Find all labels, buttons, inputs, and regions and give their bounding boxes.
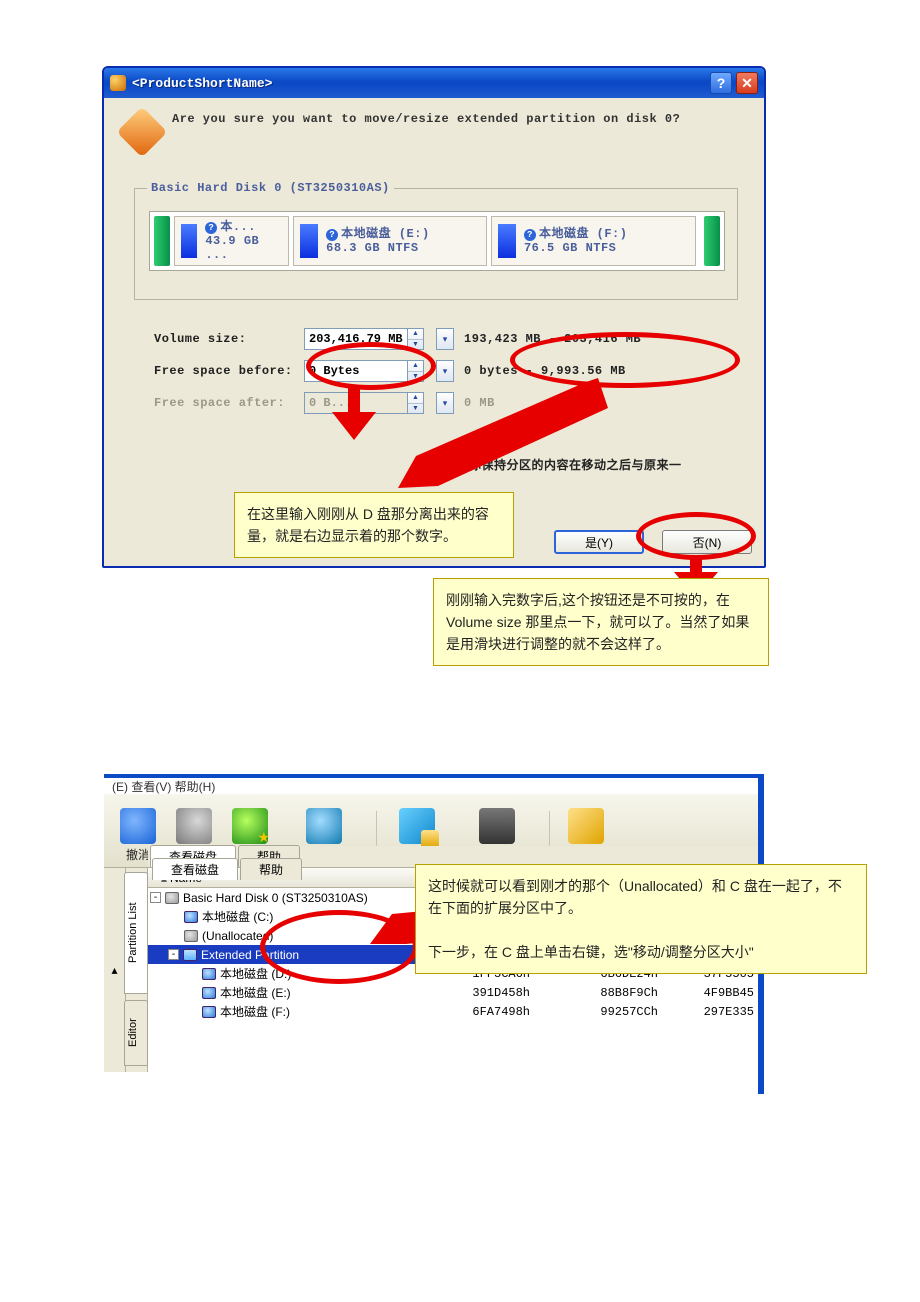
drive-icon [184, 911, 198, 923]
tab-partition-list[interactable]: Partition List [124, 872, 148, 994]
partition-seg-e[interactable]: ?本地磁盘 (E:)68.3 GB NTFS [293, 216, 487, 266]
app-icon [110, 75, 126, 91]
annotation-circle-input [306, 342, 436, 390]
volume-size-unit-dropdown[interactable]: ▾ [436, 328, 454, 350]
confirm-question: Are you sure you want to move/resize ext… [124, 112, 680, 150]
annotation-callout-2: 刚刚输入完数字后,这个按钮还是不可按的，在 Volume size 那里点一下，… [433, 578, 769, 666]
free-before-unit-dropdown[interactable]: ▾ [436, 360, 454, 382]
tab-help[interactable]: 帮助 [240, 858, 302, 880]
warning-icon [117, 107, 168, 158]
undo-label: 撤消 [126, 846, 150, 863]
disk-fieldset: Basic Hard Disk 0 (ST3250310AS) ?本...43.… [134, 188, 738, 300]
row-free-after: Free space after: ▲▼ ▾ 0 MB [154, 392, 495, 414]
copy-disk-icon [399, 808, 435, 844]
row-label: Basic Hard Disk 0 (ST3250310AS) [183, 891, 368, 905]
help-dot-icon[interactable]: ? [205, 222, 217, 234]
resize-handle-right[interactable] [704, 216, 720, 266]
annotation-circle-yes [636, 512, 756, 560]
undo-icon [120, 808, 156, 844]
callout-text: 在这里输入刚刚从 D 盘那分离出来的容量，就是右边显示着的那个数字。 [247, 506, 489, 544]
free-before-label: Free space before: [154, 364, 304, 378]
seg-title: 本地磁盘 (E:) [341, 227, 430, 241]
partition-color-icon [498, 224, 516, 258]
callout-text: 刚刚输入完数字后,这个按钮还是不可按的，在 Volume size 那里点一下，… [446, 592, 749, 652]
free-after-label: Free space after: [154, 396, 304, 410]
row-label: 本地磁盘 (F:) [220, 1003, 290, 1020]
drive-icon [202, 968, 216, 980]
row-label: 本地磁盘 (E:) [220, 984, 291, 1001]
confirm-text: Are you sure you want to move/resize ext… [172, 112, 680, 126]
partition-bar[interactable]: ?本...43.9 GB ... ?本地磁盘 (E:)68.3 GB NTFS … [149, 211, 725, 271]
annotation-circle-range [510, 332, 740, 388]
cell: 99257CCh [548, 1005, 676, 1019]
window-title: <ProductShortName> [132, 76, 272, 91]
row-label: 本地磁盘 (C:) [202, 908, 273, 925]
annotation-circle-tree [260, 910, 418, 984]
resize-icon [306, 808, 342, 844]
tree-row-e[interactable]: 本地磁盘 (E:) 391D458h 88B8F9Ch 4F9BB45 [148, 983, 758, 1002]
callout-text: 这时候就可以看到刚才的那个（Unallocated）和 C 盘在一起了，不在下面… [428, 878, 842, 960]
backup-icon [232, 808, 268, 844]
help-dot-icon[interactable]: ? [326, 229, 338, 241]
tab-editor[interactable]: Editor [124, 1000, 148, 1066]
close-button[interactable]: ✕ [736, 72, 758, 94]
annotation-callout-3: 这时候就可以看到刚才的那个（Unallocated）和 C 盘在一起了，不在下面… [415, 864, 867, 974]
tab-label: 查看磁盘 [171, 863, 219, 877]
menubar-text: (E) 查看(V) 帮助(H) [112, 778, 215, 795]
free-after-unit-dropdown: ▾ [436, 392, 454, 414]
defrag-icon [479, 808, 515, 844]
cell: 4F9BB45 [676, 986, 758, 1000]
seg-sub: 43.9 GB ... [205, 234, 259, 262]
tab-label: 帮助 [259, 863, 283, 877]
seg-title: 本地磁盘 (F:) [539, 227, 628, 241]
cell: 6FA7498h [408, 1005, 548, 1019]
extended-partition-icon [183, 949, 197, 961]
volume-size-label: Volume size: [154, 332, 304, 346]
hard-disk-icon [165, 892, 179, 904]
tab-view-disk[interactable]: 查看磁盘 [152, 858, 238, 880]
annotation-callout-1: 在这里输入刚刚从 D 盘那分离出来的容量，就是右边显示着的那个数字。 [234, 492, 514, 558]
yes-button[interactable]: 是(Y) [554, 530, 644, 554]
cell: 297E335 [676, 1005, 758, 1019]
cell: 88B8F9Ch [548, 986, 676, 1000]
seg-sub: 68.3 GB NTFS [326, 241, 418, 255]
resize-handle-left[interactable] [154, 216, 170, 266]
free-after-input [304, 392, 408, 414]
drive-icon [202, 1006, 216, 1018]
titlebar[interactable]: <ProductShortName> ? ✕ [104, 68, 764, 98]
unallocated-icon [184, 930, 198, 942]
seg-sub: 76.5 GB NTFS [524, 241, 616, 255]
tree-row-f[interactable]: 本地磁盘 (F:) 6FA7498h 99257CCh 297E335 [148, 1002, 758, 1021]
free-after-spinner: ▲▼ [408, 392, 424, 414]
side-tabs: Partition List Editor [126, 868, 148, 1072]
yes-button-label: 是(Y) [585, 534, 613, 551]
scroll-up[interactable]: ▴ [104, 868, 126, 1072]
disk-label: Basic Hard Disk 0 (ST3250310AS) [147, 181, 394, 195]
help-icon [568, 808, 604, 844]
tab-label: Editor [127, 1019, 139, 1048]
seg-title: 本... [220, 220, 256, 234]
drive-icon [202, 987, 216, 999]
partition-color-icon [300, 224, 318, 258]
tab-label: Partition List [127, 903, 139, 964]
partition-color-icon [181, 224, 197, 258]
cell: 391D458h [408, 986, 548, 1000]
redo-icon [176, 808, 212, 844]
help-dot-icon[interactable]: ? [524, 229, 536, 241]
partition-seg-d[interactable]: ?本...43.9 GB ... [174, 216, 289, 266]
menubar[interactable]: (E) 查看(V) 帮助(H) [104, 778, 758, 794]
free-after-range: 0 MB [464, 396, 495, 410]
help-button[interactable]: ? [710, 72, 732, 94]
info-text: 允许你保持分区的内容在移动之后与原来一 [444, 456, 682, 473]
partition-seg-f[interactable]: ?本地磁盘 (F:)76.5 GB NTFS [491, 216, 696, 266]
upper-tabs-overlay: 查看磁盘 帮助 [150, 858, 350, 880]
